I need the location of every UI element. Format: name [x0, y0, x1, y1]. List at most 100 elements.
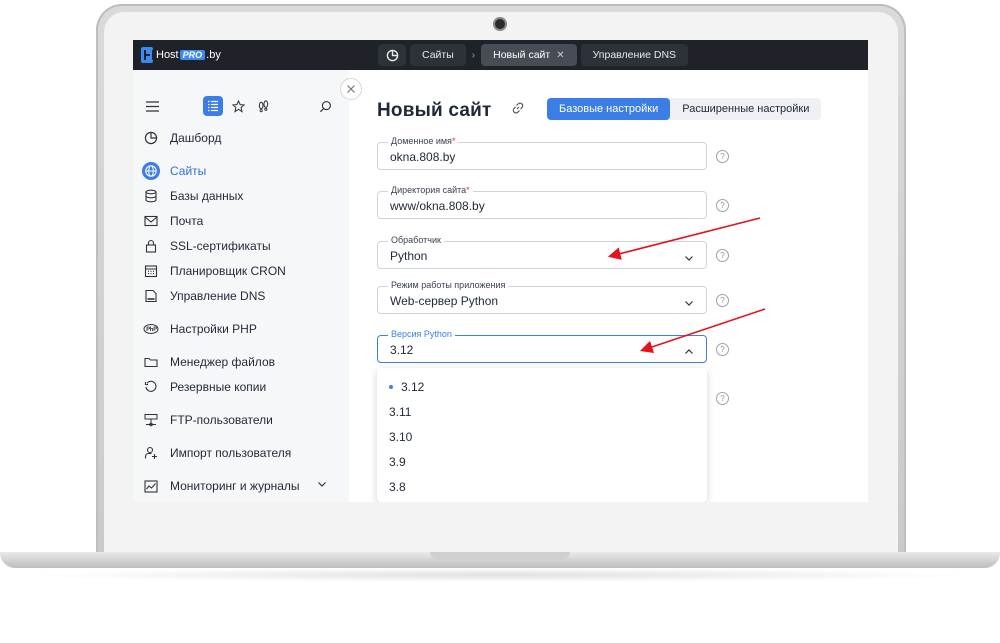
- sidebar-item-ssl[interactable]: SSL-сертификаты: [141, 235, 341, 257]
- chevron-down-icon: [684, 295, 694, 313]
- python-version-option[interactable]: 3.10: [389, 430, 412, 444]
- chevron-down-icon: [684, 250, 694, 268]
- calendar-icon: [142, 262, 160, 280]
- footprints-icon[interactable]: [253, 96, 273, 116]
- dashboard-icon: [142, 129, 160, 147]
- sidebar-item-label: Планировщик CRON: [170, 264, 286, 278]
- tab-new-site[interactable]: Новый сайт ✕: [481, 44, 577, 66]
- handler-select[interactable]: Обработчик Python: [377, 235, 707, 269]
- handler-value: Python: [390, 249, 428, 263]
- sidebar-item-ftp[interactable]: FTP-пользователи: [141, 409, 341, 431]
- close-tab-icon[interactable]: ✕: [556, 50, 564, 61]
- folder-icon: [142, 353, 160, 371]
- tab-new-site-label: Новый сайт: [493, 49, 551, 61]
- sidebar-item-import-user[interactable]: Импорт пользователя: [141, 442, 341, 464]
- dns-icon: [142, 287, 160, 305]
- screen: Host PRO .by Сайты › Новый сайт ✕ Управл…: [133, 40, 868, 502]
- globe-icon: [142, 162, 160, 180]
- menu-icon[interactable]: [142, 96, 162, 116]
- python-version-option[interactable]: 3.9: [389, 455, 406, 469]
- chevron-up-icon: [684, 344, 694, 362]
- main-content: Новый сайт Базовые настройки Расширенные…: [349, 70, 868, 502]
- link-icon[interactable]: [511, 101, 525, 120]
- site-directory-value: www/okna.808.by: [390, 199, 485, 213]
- chevron-down-icon[interactable]: [317, 478, 327, 492]
- sidebar: Дашборд Сайты Базы данных Почта SSL-серт…: [133, 70, 349, 502]
- import-icon: [142, 444, 160, 462]
- python-version-value: 3.12: [390, 343, 414, 357]
- tab-advanced-settings[interactable]: Расширенные настройки: [670, 98, 821, 120]
- logo-pro: PRO: [179, 50, 206, 60]
- sidebar-item-label: Настройки PHP: [170, 322, 257, 336]
- sidebar-item-label: Менеджер файлов: [170, 355, 275, 369]
- python-version-option[interactable]: 3.11: [389, 405, 411, 419]
- tab-basic-settings[interactable]: Базовые настройки: [547, 98, 671, 120]
- sidebar-toolbar: [133, 96, 349, 120]
- sidebar-item-label: Дашборд: [170, 131, 222, 145]
- settings-tabs: Базовые настройки Расширенные настройки: [547, 98, 822, 120]
- app-mode-value: Web-сервер Python: [390, 294, 499, 308]
- sidebar-item-label: Мониторинг и журналы: [170, 479, 300, 493]
- logo[interactable]: Host PRO .by: [141, 47, 221, 63]
- sidebar-item-label: Базы данных: [170, 189, 244, 203]
- page-title: Новый сайт: [377, 100, 492, 121]
- sidebar-item-mail[interactable]: Почта: [141, 210, 341, 232]
- chevron-right-icon: ›: [471, 49, 476, 61]
- tab-dns-label: Управление DNS: [592, 49, 677, 61]
- python-version-option[interactable]: 3.12: [389, 380, 424, 394]
- tab-sites-label: Сайты: [422, 49, 454, 61]
- tab-sites[interactable]: Сайты: [410, 44, 466, 66]
- database-icon: [142, 187, 160, 205]
- backup-icon: [142, 378, 160, 396]
- help-icon[interactable]: ?: [716, 249, 729, 262]
- domain-name-field[interactable]: Доменное имя* okna.808.by: [377, 136, 707, 170]
- sidebar-item-label: FTP-пользователи: [170, 413, 273, 427]
- dashboard-tab-icon[interactable]: [378, 44, 406, 66]
- sidebar-item-label: SSL-сертификаты: [170, 239, 271, 253]
- logo-mark-icon: [141, 47, 154, 63]
- tab-bar: Сайты › Новый сайт ✕ Управление DNS: [378, 44, 692, 66]
- search-icon[interactable]: [315, 96, 335, 116]
- lock-icon: [142, 237, 160, 255]
- sidebar-item-file-manager[interactable]: Менеджер файлов: [141, 351, 341, 373]
- tab-dns[interactable]: Управление DNS: [580, 44, 689, 66]
- help-icon[interactable]: ?: [716, 199, 729, 212]
- site-directory-field[interactable]: Директория сайта* www/okna.808.by: [377, 185, 707, 219]
- domain-name-value: okna.808.by: [390, 150, 456, 164]
- sidebar-item-dashboard[interactable]: Дашборд: [141, 127, 341, 149]
- laptop-shadow: [20, 568, 980, 582]
- sidebar-item-label: Сайты: [170, 164, 207, 178]
- sidebar-item-backups[interactable]: Резервные копии: [141, 376, 341, 398]
- python-version-dropdown: 3.12 3.11 3.10 3.9 3.8: [377, 368, 707, 502]
- help-icon[interactable]: ?: [716, 343, 729, 356]
- field-label: Директория сайта*: [388, 185, 473, 195]
- monitoring-icon: [142, 477, 160, 495]
- sidebar-item-label: Резервные копии: [170, 380, 267, 394]
- help-icon[interactable]: ?: [716, 294, 729, 307]
- sidebar-item-cron[interactable]: Планировщик CRON: [141, 260, 341, 282]
- logo-suffix: .by: [206, 49, 221, 61]
- sidebar-item-label: Управление DNS: [170, 289, 266, 303]
- help-icon[interactable]: ?: [716, 392, 729, 405]
- python-version-select[interactable]: Версия Python 3.12: [377, 329, 707, 363]
- field-label: Доменное имя*: [388, 136, 459, 146]
- sidebar-item-sites[interactable]: Сайты: [141, 160, 341, 182]
- php-icon: [142, 320, 160, 338]
- sidebar-item-label: Импорт пользователя: [170, 446, 292, 460]
- sidebar-item-php[interactable]: Настройки PHP: [141, 318, 341, 340]
- ftp-icon: [142, 411, 160, 429]
- camera-icon: [495, 19, 505, 29]
- sidebar-item-monitoring[interactable]: Мониторинг и журналы: [141, 475, 341, 497]
- app-mode-select[interactable]: Режим работы приложения Web-сервер Pytho…: [377, 280, 707, 314]
- mail-icon: [142, 212, 160, 230]
- selected-dot-icon: [389, 385, 393, 389]
- help-icon[interactable]: ?: [716, 150, 729, 163]
- star-icon[interactable]: [228, 96, 248, 116]
- list-view-icon[interactable]: [203, 96, 223, 116]
- pie-chart-icon: [386, 49, 398, 61]
- sidebar-item-databases[interactable]: Базы данных: [141, 185, 341, 207]
- sidebar-item-dns[interactable]: Управление DNS: [141, 285, 341, 307]
- field-label: Режим работы приложения: [388, 280, 509, 290]
- sidebar-item-label: Почта: [170, 214, 204, 228]
- python-version-option[interactable]: 3.8: [389, 480, 406, 494]
